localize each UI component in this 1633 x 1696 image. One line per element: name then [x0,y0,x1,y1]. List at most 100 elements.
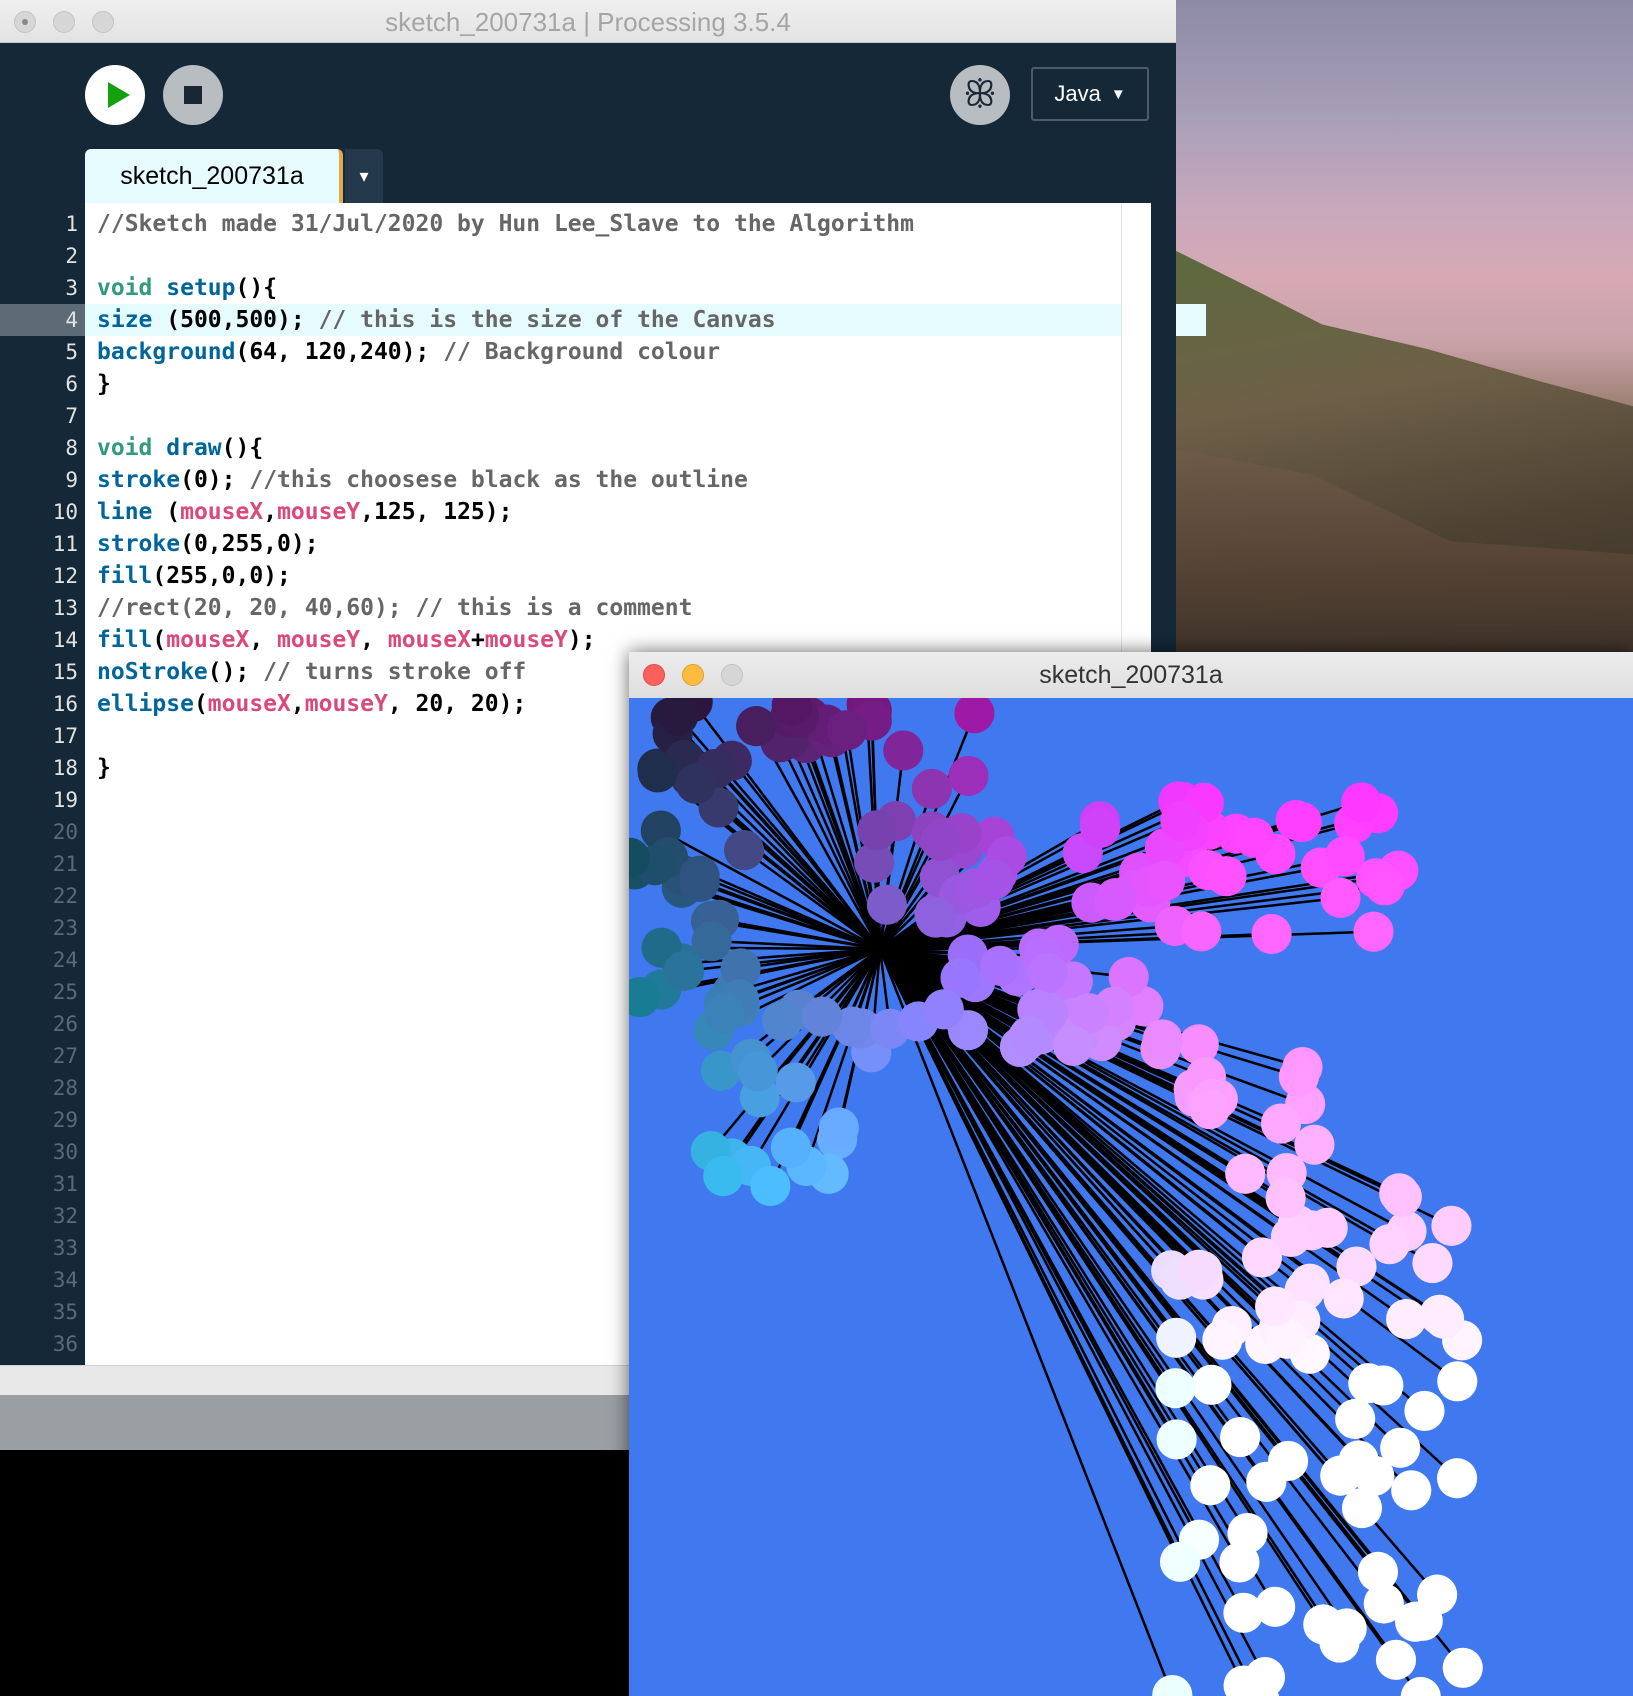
line-number: 23 [52,916,78,940]
sketch-ellipse [1402,1600,1443,1641]
code-line[interactable] [85,400,1206,432]
code-token: size [97,307,167,333]
code-line[interactable] [85,240,1206,272]
run-button[interactable] [85,65,145,125]
sketch-ellipse [1335,1398,1376,1440]
sketch-ellipse [1095,877,1136,919]
line-number: 17 [52,724,78,748]
line-number: 20 [52,820,78,844]
sketch-ellipse [1206,856,1247,897]
code-token: } [97,371,111,397]
sketch-ellipse [1391,1470,1432,1511]
mode-selector[interactable]: Java ▼ [1031,67,1149,121]
sketch-ellipse [1320,877,1361,918]
code-token: + [470,627,485,653]
sketch-ellipse [1369,1224,1410,1265]
line-number: 26 [52,1012,78,1036]
sketch-ellipse [1436,1458,1478,1499]
sketch-ellipse [1251,913,1292,955]
code-token: draw [166,435,222,461]
sketch-ellipse [775,1062,816,1103]
sketch-canvas[interactable] [629,698,1633,1696]
line-number: 35 [52,1300,78,1324]
line-number: 24 [52,948,78,972]
sketch-ellipse [737,1051,778,1092]
line-number: 33 [52,1236,78,1260]
line-number: 13 [52,596,78,620]
code-token: //Sketch made 31/Jul/2020 by Hun Lee_Sla… [97,211,914,237]
sketch-ellipse [704,992,745,1034]
code-line[interactable]: fill(255,0,0); [85,560,1206,592]
line-number: 34 [52,1268,78,1292]
line-number: 8 [65,436,78,460]
line-number: 7 [65,404,78,428]
tab-sketch[interactable]: sketch_200731a [85,149,343,203]
sketch-ellipse [1160,800,1201,841]
code-line[interactable]: void draw(){ [85,432,1206,464]
code-token: , [360,627,388,653]
sketch-ellipse [1155,1368,1196,1409]
code-token: noStroke [97,659,208,685]
line-number: 18 [52,756,78,780]
code-token: void [97,435,167,461]
sketch-ellipse [1244,1657,1286,1696]
sketch-ellipse [1386,1299,1427,1340]
code-line[interactable]: background(64, 120,240); // Background c… [85,336,1206,368]
sketch-ellipse [1027,952,1068,994]
code-token: ( [166,499,181,525]
sketch-ellipse [1265,1178,1306,1219]
sketch-ellipse [770,1127,811,1168]
sketch-ellipse [923,989,964,1030]
sketch-ellipse [1225,1153,1266,1194]
line-number: 25 [52,980,78,1004]
code-line[interactable]: stroke(0); //this choosese black as the … [85,464,1206,496]
code-token: setup [166,275,236,301]
mode-label: Java [1054,81,1101,106]
code-token: // turns stroke off [263,659,527,685]
sketch-ellipse [1353,911,1394,952]
sketch-ellipse [866,884,907,925]
code-token: //this choosese black as the outline [249,467,748,493]
code-token: (0); [180,467,250,493]
sketch-ellipse [1053,1025,1094,1067]
line-number: 36 [52,1332,78,1356]
sketch-titlebar: sketch_200731a [629,652,1633,699]
sketch-ellipse [911,768,952,810]
line-number: 16 [52,692,78,716]
code-token: ); [567,627,596,653]
code-line[interactable]: void setup(){ [85,272,1206,304]
sketch-ellipse [1260,1103,1302,1144]
sketch-window-title: sketch_200731a [1039,661,1223,689]
sketch-ellipse [1423,1298,1465,1339]
line-number-gutter: 1 2 3 4 5 6 7 8 9 10 11 12 13 14 15 16 17 18 19 20 21 22 23 24 2… [0,203,85,1365]
code-line[interactable]: stroke(0,255,0); [85,528,1206,560]
code-line[interactable]: } [85,368,1206,400]
sketch-ellipse [1159,1541,1201,1582]
code-token: (64, 120,240); [235,339,444,365]
sketch-ellipse [1178,1249,1219,1290]
line-number: 22 [52,884,78,908]
code-line[interactable]: //Sketch made 31/Jul/2020 by Hun Lee_Sla… [85,208,1206,240]
line-number: 29 [52,1108,78,1132]
code-token: fill [97,627,153,653]
sketch-ellipse [1255,1586,1296,1627]
line-number: 19 [52,788,78,812]
code-token: , 20, 20); [387,691,527,717]
code-line[interactable]: //rect(20, 20, 40,60); // this is a comm… [85,592,1206,624]
line-number: 15 [52,660,78,684]
sketch-ellipse [1307,1207,1348,1248]
line-number: 21 [52,852,78,876]
stop-button[interactable] [163,65,223,125]
code-token: mouseX [180,499,264,525]
code-token: ( [152,627,167,653]
sketch-ellipse [1320,1455,1361,1496]
code-token: mouseY [304,691,388,717]
code-line[interactable]: size (500,500); // this is the size of t… [85,304,1206,336]
debug-button[interactable]: ꕥ [950,65,1010,125]
sketch-ellipse [857,810,898,851]
sketch-ellipse [1233,817,1275,858]
sketch-ellipse [1156,1419,1197,1460]
code-line[interactable]: line (mouseX,mouseY,125, 125); [85,496,1206,528]
tab-menu-button[interactable]: ▾ [345,149,383,203]
code-token: ellipse [97,691,194,717]
